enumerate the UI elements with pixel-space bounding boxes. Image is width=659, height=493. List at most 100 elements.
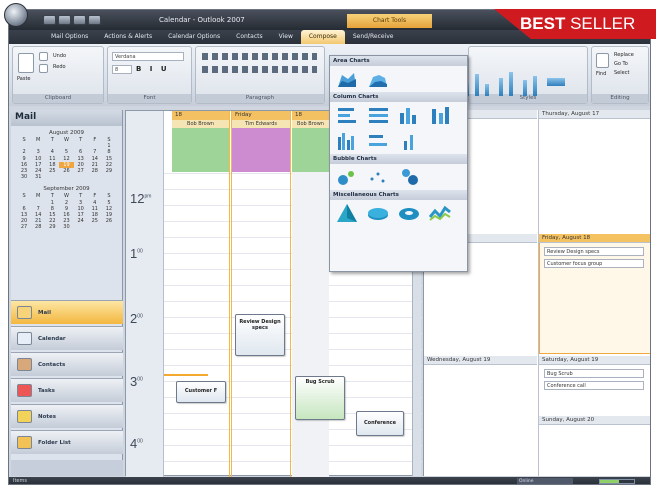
nav-button-tasks[interactable]: Tasks (11, 378, 123, 402)
font-name-select[interactable]: Verdana (112, 52, 184, 61)
hour-label: 12pm (130, 191, 152, 206)
week-day-header[interactable]: Sunday, August 20 (539, 416, 650, 425)
doughnut-chart-icon[interactable] (367, 203, 389, 223)
menu-section-header: Column Charts (330, 92, 467, 102)
calendar-day[interactable]: 27 (17, 224, 31, 230)
editing-group-label: Editing (592, 94, 648, 103)
gallery-bar-icon (499, 78, 503, 96)
area-chart-icon[interactable] (336, 69, 358, 89)
appointment[interactable]: Review Design specs (235, 314, 285, 356)
navigation-pane: Mail August 2009 S M T W T F S 1 2 3 4 5 6 7 8 9 10 11 12 1… (11, 110, 123, 476)
area-stacked-chart-icon[interactable] (367, 69, 389, 89)
scatter-chart-icon[interactable] (367, 167, 389, 187)
tab-send-receive[interactable]: Send/Receive (345, 30, 402, 44)
day-column[interactable]: Friday Tim Edwards (231, 111, 291, 477)
nav-button-contacts[interactable]: Contacts (11, 352, 123, 376)
appointment[interactable]: Bug Scrub (295, 376, 345, 420)
nav-button-label: Mail (38, 309, 51, 316)
gallery-bar-icon (547, 78, 565, 86)
goto-label[interactable]: Go To (614, 61, 628, 67)
column-clustered-icon[interactable] (336, 131, 358, 151)
nav-pane-footer[interactable] (11, 460, 123, 476)
appointment[interactable]: Customer F (176, 381, 226, 403)
office-button-icon[interactable] (4, 3, 28, 27)
column-date: 18 (292, 111, 329, 120)
week-appointment[interactable]: Conference call (544, 381, 644, 390)
column-3d-chart-icon[interactable] (429, 105, 451, 125)
bar-horizontal-icon[interactable] (367, 131, 389, 151)
font-size-select[interactable]: 8 (112, 65, 132, 74)
find-label[interactable]: Find (596, 71, 606, 77)
tab-view[interactable]: View (271, 30, 301, 44)
week-day-header[interactable]: Thursday, August 17 (539, 110, 650, 119)
chart-gallery[interactable] (461, 50, 591, 96)
calendar-day[interactable]: 29 (45, 224, 59, 230)
time-column: 12pm 100 200 300 400 (126, 111, 164, 477)
week-appointment[interactable]: Review Design specs (544, 247, 644, 256)
format-buttons[interactable]: B I U (136, 65, 170, 73)
mini-calendar-grid[interactable]: S M T W T F S 1 2 3 4 5 6 7 8 9 10 11 12 13 14 15 16 17 18 19 20 21… (17, 137, 116, 180)
week-day-header[interactable]: Saturday, August 19 (539, 356, 650, 365)
column-small-icon[interactable] (398, 131, 420, 151)
column-chart-icon[interactable] (398, 105, 420, 125)
calendar-day[interactable]: 28 (31, 224, 45, 230)
pyramid-chart-icon[interactable] (336, 203, 358, 223)
mini-calendar-month: August 2009 (49, 130, 84, 136)
day-column[interactable]: 18 Bob Brown (292, 111, 329, 477)
tab-calendar-options[interactable]: Calendar Options (160, 30, 228, 44)
bubble-chart-icon[interactable] (336, 167, 358, 187)
column-name: Bob Brown (172, 120, 229, 128)
contextual-tab-label: Chart Tools (347, 14, 432, 28)
week-day-header[interactable]: Wednesday, August 19 (424, 356, 537, 365)
select-label[interactable]: Select (614, 70, 629, 76)
replace-label[interactable]: Replace (614, 52, 634, 58)
tab-compose[interactable]: Compose (300, 30, 345, 44)
undo-icon[interactable] (58, 15, 71, 25)
undo-label[interactable]: Undo (53, 53, 66, 59)
tab-contacts[interactable]: Contacts (228, 30, 270, 44)
all-day-area[interactable] (232, 128, 290, 172)
list-buttons[interactable] (202, 53, 317, 60)
tab-actions-alerts[interactable]: Actions & Alerts (96, 30, 160, 44)
all-day-area[interactable] (172, 128, 229, 172)
tab-mail-options[interactable]: Mail Options (43, 30, 96, 44)
contacts-icon (17, 358, 32, 371)
redo-icon[interactable] (73, 15, 86, 25)
mini-calendar-grid[interactable]: S M T W T F S 1 2 3 4 5 6 7 8 9 10 11 12 13 14 15 16 17 18 19 20 21… (17, 193, 116, 230)
best-seller-text: BEST SELLER (520, 14, 636, 33)
appointment[interactable]: Conference (356, 411, 404, 436)
calendar-day (102, 224, 116, 230)
notes-icon (17, 410, 32, 423)
week-appointment[interactable]: Bug Scrub (544, 369, 644, 378)
ring-chart-icon[interactable] (398, 203, 420, 223)
find-icon[interactable] (596, 53, 609, 68)
customize-qat-icon[interactable] (88, 15, 101, 25)
status-online: Online (517, 478, 573, 484)
bar-chart-icon[interactable] (336, 105, 358, 125)
gallery-bar-icon (485, 84, 489, 96)
redo-label[interactable]: Redo (53, 64, 66, 70)
copy-icon[interactable] (39, 64, 48, 73)
area-chart-row (330, 66, 467, 92)
line-3d-chart-icon[interactable] (428, 203, 451, 223)
all-day-area[interactable] (292, 128, 329, 172)
nav-button-folder-list[interactable]: Folder List (11, 430, 123, 454)
zoom-slider[interactable] (599, 479, 635, 484)
bar-stacked-chart-icon[interactable] (367, 105, 389, 125)
bubble-3d-chart-icon[interactable] (398, 167, 420, 187)
mini-calendar-august[interactable]: August 2009 S M T W T F S 1 2 3 4 5 6 7 8 9 10 11 12 13 14 15… (17, 130, 116, 180)
cut-icon[interactable] (39, 52, 48, 61)
nav-button-calendar[interactable]: Calendar (11, 326, 123, 350)
day-column[interactable]: 18 Bob Brown (172, 111, 230, 477)
save-icon[interactable] (43, 15, 56, 25)
paste-icon[interactable] (18, 53, 34, 73)
week-appointment[interactable]: Customer focus group (544, 259, 644, 268)
calendar-day[interactable]: 30 (59, 224, 73, 230)
nav-button-notes[interactable]: Notes (11, 404, 123, 428)
mini-calendar-september[interactable]: September 2009 S M T W T F S 1 2 3 4 5 6 7 8 9 10 11 12 13 1… (17, 186, 116, 230)
calendar-day[interactable]: 30 (17, 174, 31, 180)
align-buttons[interactable] (202, 66, 317, 73)
nav-button-mail[interactable]: Mail (11, 300, 123, 324)
calendar-day[interactable]: 31 (31, 174, 45, 180)
week-day-header-selected[interactable]: Friday, August 18 (539, 234, 650, 243)
